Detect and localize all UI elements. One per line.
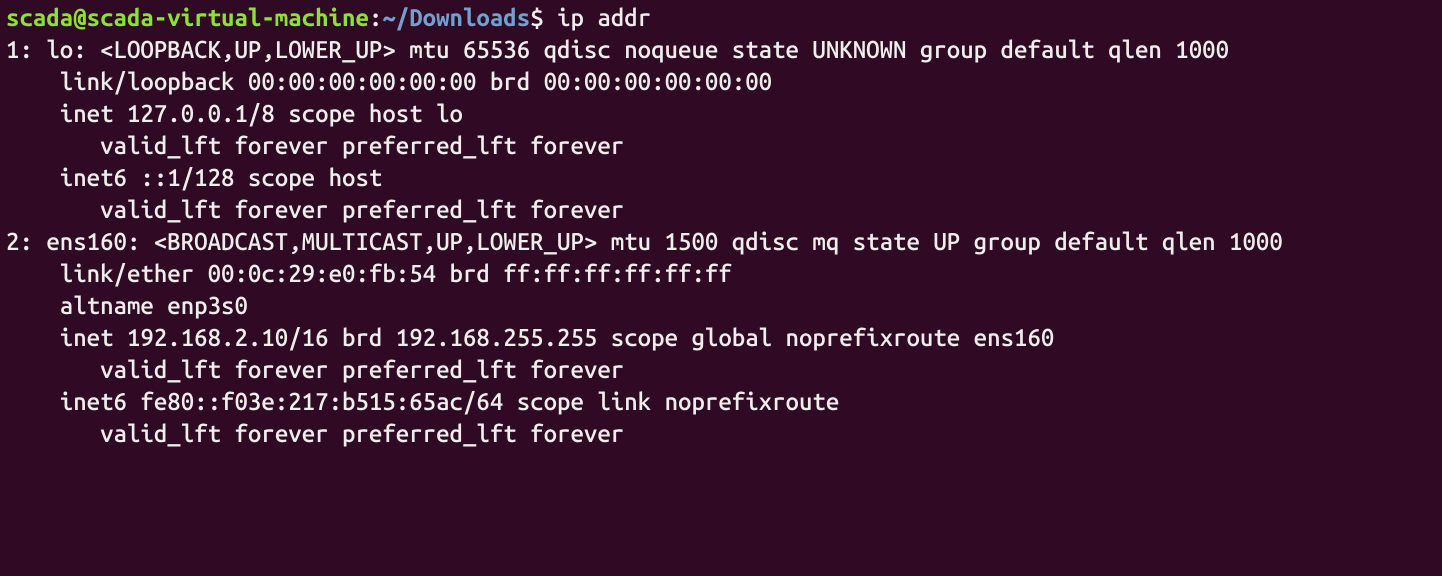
prompt-colon: : (369, 4, 382, 31)
output-line: valid_lft forever preferred_lft forever (6, 196, 624, 223)
output-line: inet 127.0.0.1/8 scope host lo (6, 100, 463, 127)
prompt-path: ~/Downloads (382, 4, 530, 31)
prompt-dollar: $ (530, 4, 557, 31)
output-line: 1: lo: <LOOPBACK,UP,LOWER_UP> mtu 65536 … (6, 36, 1229, 63)
output-line: inet6 ::1/128 scope host (6, 164, 396, 191)
output-line: valid_lft forever preferred_lft forever (6, 420, 624, 447)
output-line: valid_lft forever preferred_lft forever (6, 356, 624, 383)
output-line: 2: ens160: <BROADCAST,MULTICAST,UP,LOWER… (6, 228, 1283, 255)
output-line: link/ether 00:0c:29:e0:fb:54 brd ff:ff:f… (6, 260, 732, 287)
command-text: ip addr (557, 4, 651, 31)
terminal[interactable]: scada@scada-virtual-machine:~/Downloads$… (0, 0, 1442, 452)
output-line: inet 192.168.2.10/16 brd 192.168.255.255… (6, 324, 1054, 351)
output-line: valid_lft forever preferred_lft forever (6, 132, 624, 159)
output-line: altname enp3s0 (6, 292, 248, 319)
output-line: link/loopback 00:00:00:00:00:00 brd 00:0… (6, 68, 772, 95)
prompt-user: scada@scada-virtual-machine (6, 4, 369, 31)
output-line: inet6 fe80::f03e:217:b515:65ac/64 scope … (6, 388, 853, 415)
